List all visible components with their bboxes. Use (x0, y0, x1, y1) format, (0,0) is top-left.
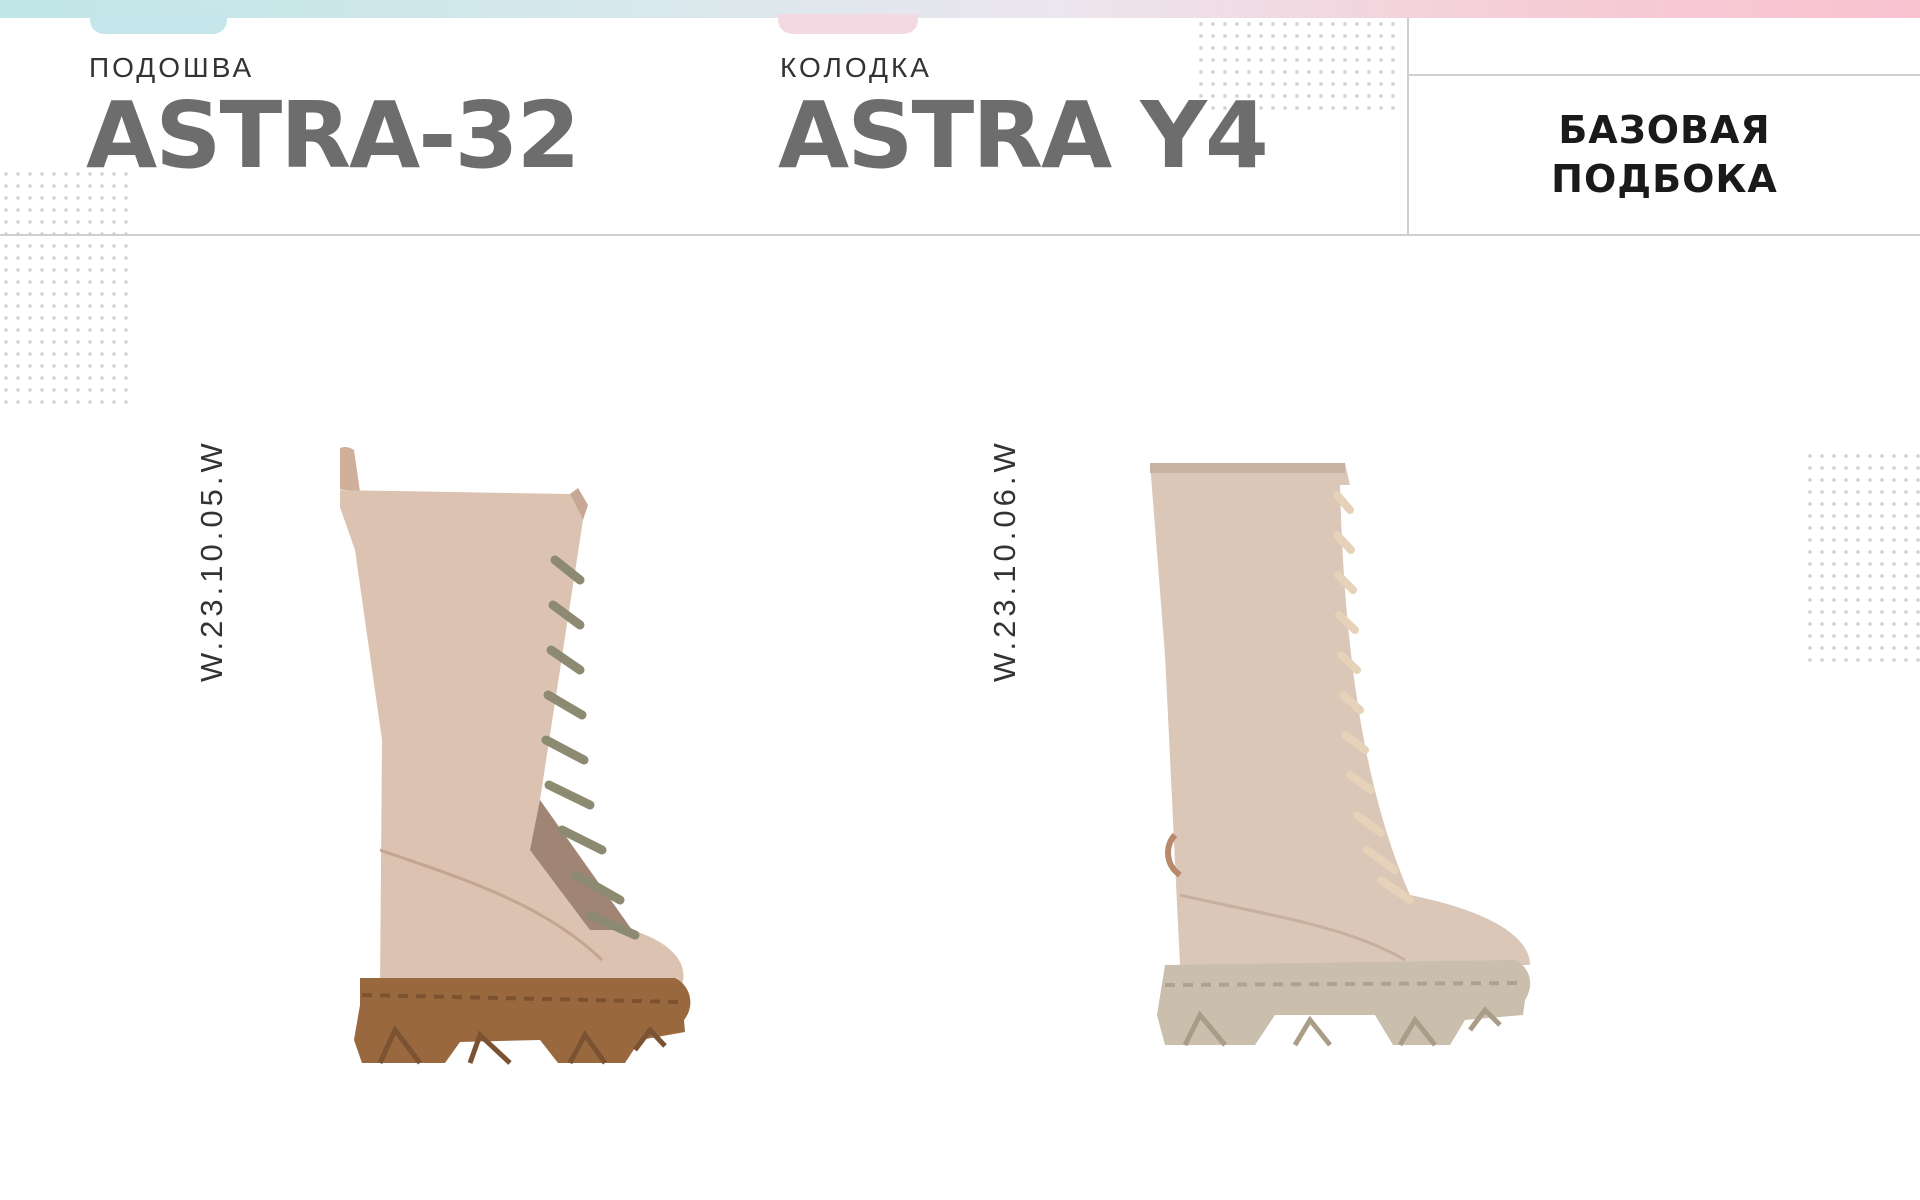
collection-box: БАЗОВАЯ ПОДБОКА (1409, 76, 1920, 234)
last-label: КОЛОДКА (780, 52, 932, 83)
header-divider (0, 234, 1920, 236)
top-gradient-bar (0, 0, 1920, 18)
dot-pattern-left (0, 168, 132, 404)
sole (354, 978, 691, 1063)
boot-upper (340, 490, 684, 990)
boot-image-1 (340, 446, 691, 1065)
boot-image-2 (1150, 463, 1531, 1047)
dot-pattern-right (1804, 450, 1920, 664)
collection-title: БАЗОВАЯ ПОДБОКА (1551, 108, 1778, 201)
sku-label-2: W.23.10.06.W (987, 439, 1022, 682)
decor-tab-pink (778, 14, 918, 34)
sole-value: ASTRA-32 (86, 82, 580, 189)
decor-tab-teal (90, 14, 227, 34)
last-value: ASTRA Y4 (778, 82, 1269, 189)
pull-tab (340, 446, 360, 492)
sole-label: ПОДОШВА (89, 52, 255, 83)
sku-label-1: W.23.10.05.W (194, 439, 229, 682)
